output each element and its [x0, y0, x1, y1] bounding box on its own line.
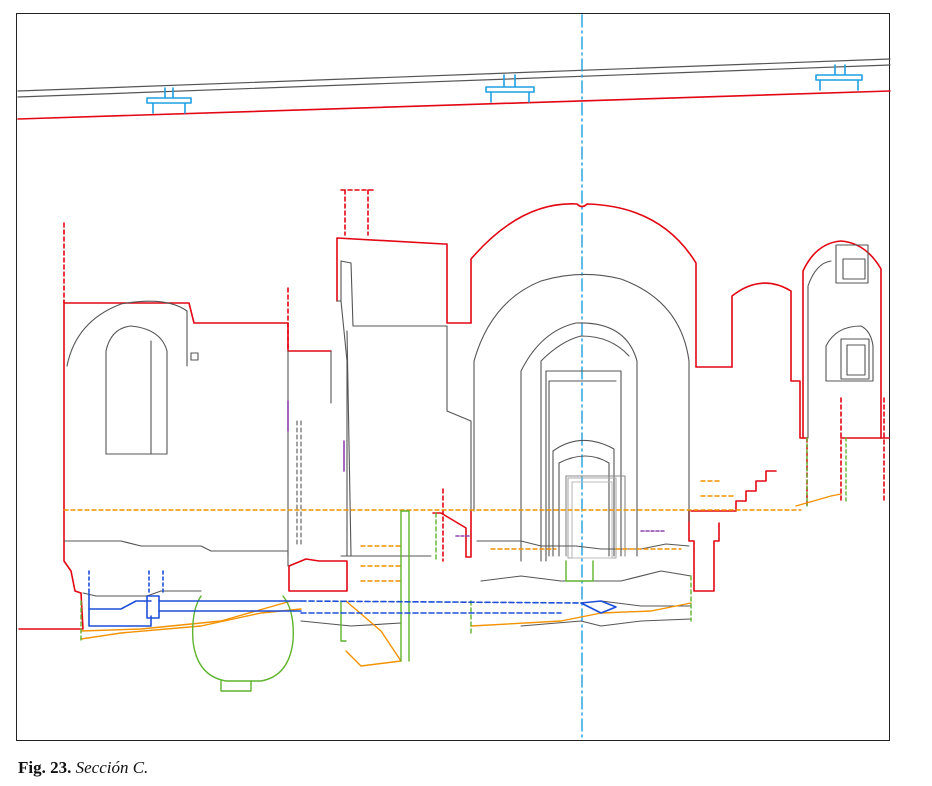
green-foundations	[80, 437, 847, 692]
roof-band	[17, 58, 891, 98]
section-drawing	[17, 14, 891, 742]
red-structure	[18, 189, 890, 630]
beam-support-icon	[146, 64, 863, 114]
figure-caption: Fig. 23. Sección C.	[18, 758, 148, 778]
caption-text: Sección C.	[75, 758, 149, 777]
caption-label: Fig. 23.	[18, 758, 72, 777]
orange-levels	[63, 480, 842, 667]
ceiling-red-line	[17, 90, 891, 120]
drawing-frame	[16, 13, 891, 742]
blue-pipes	[88, 570, 617, 627]
gray-outlines	[63, 244, 874, 627]
